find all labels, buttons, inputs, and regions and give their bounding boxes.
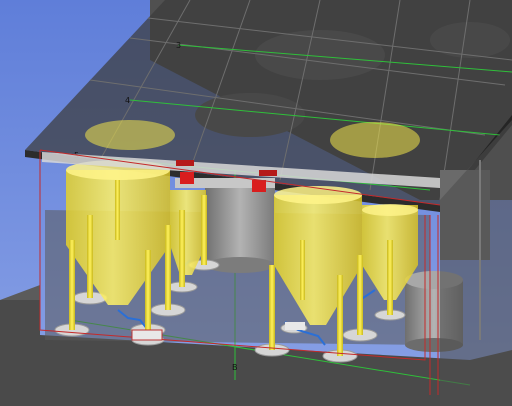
grid-label-4: 4: [125, 96, 130, 105]
valve-right[interactable]: [252, 180, 266, 192]
valve-left-cap: [176, 160, 194, 166]
tank-right-body[interactable]: [274, 195, 362, 265]
grid-label-3: 3: [176, 41, 181, 50]
floor-drain-left: [131, 329, 163, 341]
3d-model-viewport[interactable]: 3 4 5 B: [0, 0, 512, 406]
valve-left[interactable]: [180, 172, 194, 184]
tank-left-upper-glow: [85, 120, 175, 150]
tank-right-rear-top: [362, 204, 418, 216]
grey-tank-center: [205, 185, 275, 265]
tank-right-upper-glow: [330, 122, 420, 158]
valve-right-cap: [259, 170, 277, 176]
grid-label-b: B: [232, 363, 238, 372]
floor-drain-right: [285, 322, 305, 330]
scene-canvas[interactable]: 3 4 5 B: [0, 0, 512, 406]
tank-left-rear: [170, 190, 206, 245]
